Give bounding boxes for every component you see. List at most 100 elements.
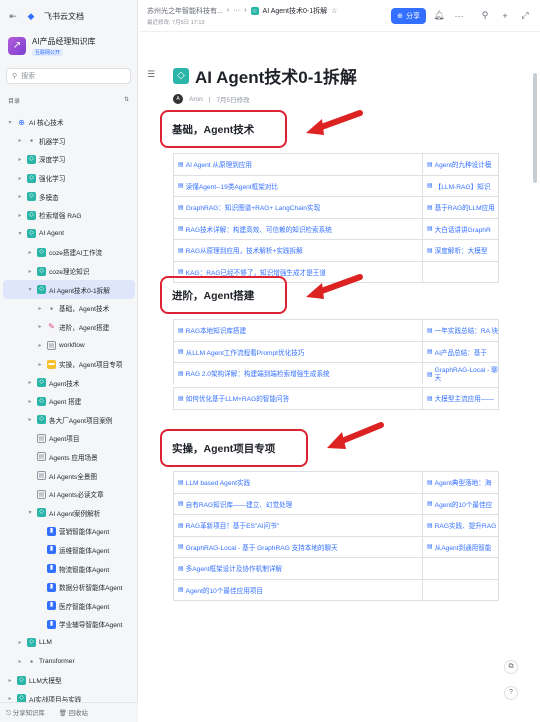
sidebar-item[interactable]: ▸ ◇ Agent技术 [0, 373, 138, 392]
sidebar-item[interactable]: ▸ ◇ coze理论知识 [0, 262, 138, 281]
sidebar-item[interactable]: ▸ ◇ coze搭建AI工作流 [0, 243, 138, 262]
notification-bell-icon[interactable]: 🔔︎ [432, 10, 446, 21]
expand-toggle-icon[interactable]: ▸ [6, 677, 14, 684]
sidebar-item[interactable]: ▸ ▤ workflow [0, 336, 138, 355]
share-button[interactable]: ⊕ 分享 [391, 7, 426, 24]
sidebar-item[interactable]: ▸ ▪ Transformer [0, 652, 138, 671]
expand-toggle-icon[interactable]: ▾ [26, 509, 34, 516]
expand-toggle-icon[interactable]: ▸ [26, 249, 34, 256]
expand-toggle-icon[interactable]: ▸ [16, 137, 24, 144]
doc-link[interactable]: RAG 2.0架构详解：构建端到端检索增强生成系统 [186, 368, 330, 378]
outline-icon[interactable]: ☰ [147, 69, 155, 80]
sidebar-item[interactable]: ▮ 学业辅导智能体Agent [0, 615, 138, 634]
sidebar-item[interactable]: ▸ ◇ 多模态 [0, 187, 138, 206]
expand-toggle-icon[interactable]: ▾ [16, 230, 24, 237]
doc-link[interactable]: 多Agent框架设计及协作机制详解 [186, 563, 282, 573]
feedback-icon[interactable]: ⧉ [504, 660, 518, 674]
expand-toggle-icon[interactable]: ▸ [36, 323, 44, 330]
expand-toggle-icon[interactable]: ▾ [26, 286, 34, 293]
doc-link[interactable]: LLM based Agent实践 [186, 477, 251, 487]
expand-toggle-icon[interactable]: ▸ [26, 416, 34, 423]
doc-link[interactable]: GraphRAG-Local - 基于 GraphRAG 支持本地的聊天 [186, 542, 338, 552]
expand-toggle-icon[interactable]: ▸ [16, 193, 24, 200]
sidebar-item[interactable]: ▸ ◇ 各大厂Agent项目案例 [0, 411, 138, 430]
sidebar-item[interactable]: ▸ ✎ 进阶，Agent搭建 [0, 318, 138, 337]
sidebar-item[interactable]: ▤ Agents 应用场景 [0, 448, 138, 467]
doc-link[interactable]: GraphRAG-Local - 聊天 [435, 367, 498, 383]
section-heading-practice[interactable]: 实操，Agent项目专项 [160, 429, 308, 467]
breadcrumb-space[interactable]: 苏州光之年智能科技有... [147, 6, 223, 16]
expand-toggle-icon[interactable]: ▸ [26, 268, 34, 275]
doc-link[interactable]: RAG从原理到应用，技术解析+实践拆解 [186, 245, 303, 255]
doc-link[interactable]: GraphRAG：知识图谱+RAG+ LangChain实现 [186, 202, 321, 212]
doc-link[interactable]: RAG革新项目！基于ES"AI问书" [186, 520, 279, 530]
scrollbar[interactable] [529, 33, 540, 722]
expand-toggle-icon[interactable]: ▸ [26, 379, 34, 386]
sidebar-item[interactable]: ▸ ▪ 基础，Agent技术 [0, 299, 138, 318]
search-icon[interactable]: ⚲ [478, 10, 492, 21]
sidebar-item[interactable]: ▾ ◇ AI Agent案例解析 [0, 503, 138, 522]
sidebar-item[interactable]: ▮ 数据分析智能体Agent [0, 578, 138, 597]
section-heading-advanced[interactable]: 进阶，Agent搭建 [160, 276, 287, 314]
sidebar-item[interactable]: ▤ AI Agents全景图 [0, 466, 138, 485]
trash-button[interactable]: 🗑 回收站 [59, 708, 88, 717]
sidebar-item[interactable]: ▸ ◇ LLM [0, 634, 138, 653]
help-icon[interactable]: ? [504, 686, 518, 700]
avatar[interactable]: A [173, 94, 183, 104]
sidebar-item[interactable]: ▮ 运维智能体Agent [0, 541, 138, 560]
doc-link[interactable]: 读懂Agent--19类Agent框架对比 [186, 181, 278, 191]
doc-link[interactable]: Agent的九种设计模 [435, 159, 492, 169]
expand-toggle-icon[interactable]: ▸ [36, 361, 44, 368]
knowledge-base-header[interactable]: ↗ AI产品经理知识库 互联网公开 [0, 32, 137, 60]
doc-link[interactable]: RAG技术详解：构建高效、可信赖的知识检索系统 [186, 224, 332, 234]
sidebar-item[interactable]: ▸ ▬ 实操，Agent项目专项 [0, 355, 138, 374]
expand-toggle-icon[interactable]: ▸ [16, 212, 24, 219]
expand-toggle-icon[interactable]: ▸ [26, 398, 34, 405]
sidebar-item[interactable]: ▾ ◇ AI Agent [0, 225, 138, 244]
sidebar-item[interactable]: ▸ ◇ 检索增强 RAG [0, 206, 138, 225]
sidebar-item[interactable]: ▤ Agent项目 [0, 429, 138, 448]
sidebar-item[interactable]: ▾ ◇ AI Agent技术0-1拆解 [3, 280, 135, 299]
scrollbar-thumb[interactable] [533, 73, 537, 183]
expand-toggle-icon[interactable]: ▸ [16, 175, 24, 182]
add-icon[interactable]: + [498, 11, 512, 21]
sidebar-item[interactable]: ▾ ⊕ AI 核心技术 [0, 113, 138, 132]
expand-icon[interactable]: ⤢ [518, 10, 532, 21]
doc-link[interactable]: 大白话讲讲GraphR [435, 224, 491, 234]
doc-link[interactable]: 基于RAG的LLM应用 [435, 202, 495, 212]
share-kb-button[interactable]: ⎋ 分享知识库 [6, 708, 45, 718]
more-options-icon[interactable]: ··· [452, 11, 466, 21]
doc-link[interactable]: AI Agent 从原理到应用 [186, 159, 252, 169]
doc-link[interactable]: Agent的10个最佳应 [435, 499, 493, 509]
expand-toggle-icon[interactable]: ▸ [36, 305, 44, 312]
doc-link[interactable]: 从LLM Agent工作流程看Prompt优化技巧 [186, 347, 305, 357]
star-icon[interactable]: ☆ [331, 7, 337, 15]
sidebar-item[interactable]: ▮ 医疗智能体Agent [0, 596, 138, 615]
page-title[interactable]: AI Agent技术0-1拆解 [195, 63, 357, 88]
breadcrumb-current[interactable]: AI Agent技术0-1拆解 [263, 6, 328, 16]
doc-link[interactable]: 自有RAG知识库——建立、幻觉处理 [186, 499, 293, 509]
doc-link[interactable]: 【LLM-RAG】知识 [435, 181, 491, 191]
expand-toggle-icon[interactable]: ▾ [6, 119, 14, 126]
expand-toggle-icon[interactable]: ▸ [36, 342, 44, 349]
author-name[interactable]: Aron [189, 96, 203, 103]
doc-link[interactable]: RAG本地知识库搭建 [186, 325, 246, 335]
sidebar-item[interactable]: ▸ ◇ 强化学习 [0, 169, 138, 188]
doc-link[interactable]: RAG实践、提升RAG [435, 520, 497, 530]
doc-link[interactable]: 从Agent到通用智能 [435, 542, 492, 552]
breadcrumb-ellipsis[interactable]: ··· [233, 7, 240, 14]
sidebar-item[interactable]: ▮ 物流智能体Agent [0, 559, 138, 578]
sidebar-item[interactable]: ▸ ◇ 深度学习 [0, 150, 138, 169]
sidebar-item[interactable]: ▸ ◇ LLM大模型 [0, 671, 138, 690]
doc-link[interactable]: 如何优化基于LLM+RAG的智能问答 [186, 393, 290, 403]
expand-toggle-icon[interactable]: ▸ [16, 156, 24, 163]
sidebar-item[interactable]: ▤ AI Agents必读文章 [0, 485, 138, 504]
expand-toggle-icon[interactable]: ▸ [16, 658, 24, 665]
expand-toggle-icon[interactable]: ▸ [16, 639, 24, 646]
collapse-all-icon[interactable]: ⇅ [124, 96, 129, 105]
doc-title-icon[interactable]: ◇ [173, 67, 189, 84]
doc-link[interactable]: AI产品总结：基于 [435, 347, 487, 357]
doc-link[interactable]: 深度解析：大模型 [435, 245, 488, 255]
doc-link[interactable]: 大模型主流应用—— [435, 393, 494, 403]
sidebar-item[interactable]: ▸ ▪ 机器学习 [0, 132, 138, 151]
